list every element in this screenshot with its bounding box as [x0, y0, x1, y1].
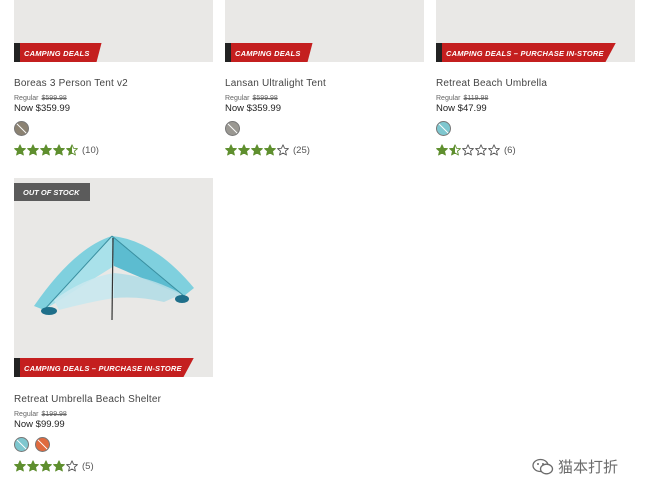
color-swatch[interactable]	[14, 437, 29, 452]
star-icon	[238, 144, 250, 156]
star-icon	[436, 144, 448, 156]
star-icon	[277, 144, 289, 156]
product-name[interactable]: Boreas 3 Person Tent v2	[14, 78, 213, 89]
star-icon	[264, 144, 276, 156]
product-image[interactable]: OUT OF STOCK CAMPING DEALS – PURCHASE IN…	[14, 178, 213, 377]
star-rating	[14, 460, 78, 472]
star-icon	[53, 460, 65, 472]
umbrella-shelter-image	[34, 235, 194, 321]
color-swatch[interactable]	[225, 121, 240, 136]
product-card-umbrella-shelter[interactable]: OUT OF STOCK CAMPING DEALS – PURCHASE IN…	[14, 178, 213, 472]
watermark-text: 猫本打折	[558, 459, 619, 476]
star-icon	[66, 460, 78, 472]
deal-badge: CAMPING DEALS	[14, 43, 102, 62]
star-icon	[27, 460, 39, 472]
deal-badge: CAMPING DEALS – PURCHASE IN-STORE	[436, 43, 616, 62]
product-name[interactable]: Lansan Ultralight Tent	[225, 78, 424, 89]
review-count: (25)	[293, 144, 310, 156]
review-count: (5)	[82, 460, 94, 472]
sale-price: Now $359.99	[225, 103, 281, 114]
color-swatches	[14, 437, 213, 452]
deal-badge: CAMPING DEALS	[225, 43, 313, 62]
star-icon	[449, 144, 461, 156]
product-image[interactable]: CAMPING DEALS	[14, 0, 213, 62]
star-icon	[53, 144, 65, 156]
rating[interactable]: (25)	[225, 144, 424, 156]
product-card-lansan[interactable]: CAMPING DEALS Lansan Ultralight Tent Reg…	[225, 0, 424, 156]
rating[interactable]: (6)	[436, 144, 635, 156]
star-icon	[40, 460, 52, 472]
color-swatches	[14, 121, 213, 136]
sale-price: Now $99.99	[14, 419, 65, 430]
product-image[interactable]: CAMPING DEALS – PURCHASE IN-STORE	[436, 0, 635, 62]
rating[interactable]: (10)	[14, 144, 213, 156]
star-icon	[488, 144, 500, 156]
watermark: 猫本打折	[532, 456, 618, 477]
deal-badge: CAMPING DEALS – PURCHASE IN-STORE	[14, 358, 194, 377]
star-icon	[225, 144, 237, 156]
star-rating	[225, 144, 289, 156]
star-icon	[66, 144, 78, 156]
product-name[interactable]: Retreat Beach Umbrella	[436, 78, 635, 89]
rating[interactable]: (5)	[14, 460, 213, 472]
star-icon	[14, 144, 26, 156]
wechat-icon	[532, 458, 554, 474]
star-icon	[475, 144, 487, 156]
review-count: (10)	[82, 144, 99, 156]
color-swatch[interactable]	[35, 437, 50, 452]
star-icon	[251, 144, 263, 156]
product-name[interactable]: Retreat Umbrella Beach Shelter	[14, 394, 213, 405]
regular-price: Regular $119.98	[436, 95, 489, 102]
color-swatches	[436, 121, 635, 136]
color-swatch[interactable]	[436, 121, 451, 136]
color-swatch[interactable]	[14, 121, 29, 136]
regular-price: Regular $199.98	[14, 411, 67, 418]
regular-price: Regular $599.98	[14, 95, 67, 102]
star-rating	[436, 144, 500, 156]
color-swatches	[225, 121, 424, 136]
star-icon	[40, 144, 52, 156]
regular-price: Regular $599.98	[225, 95, 278, 102]
product-image[interactable]: CAMPING DEALS	[225, 0, 424, 62]
product-card-boreas[interactable]: CAMPING DEALS Boreas 3 Person Tent v2 Re…	[14, 0, 213, 156]
star-rating	[14, 144, 78, 156]
star-icon	[14, 460, 26, 472]
product-card-retreat-umbrella[interactable]: CAMPING DEALS – PURCHASE IN-STORE Retrea…	[436, 0, 635, 156]
star-icon	[27, 144, 39, 156]
review-count: (6)	[504, 144, 516, 156]
sale-price: Now $359.99	[14, 103, 70, 114]
star-icon	[462, 144, 474, 156]
sale-price: Now $47.99	[436, 103, 487, 114]
